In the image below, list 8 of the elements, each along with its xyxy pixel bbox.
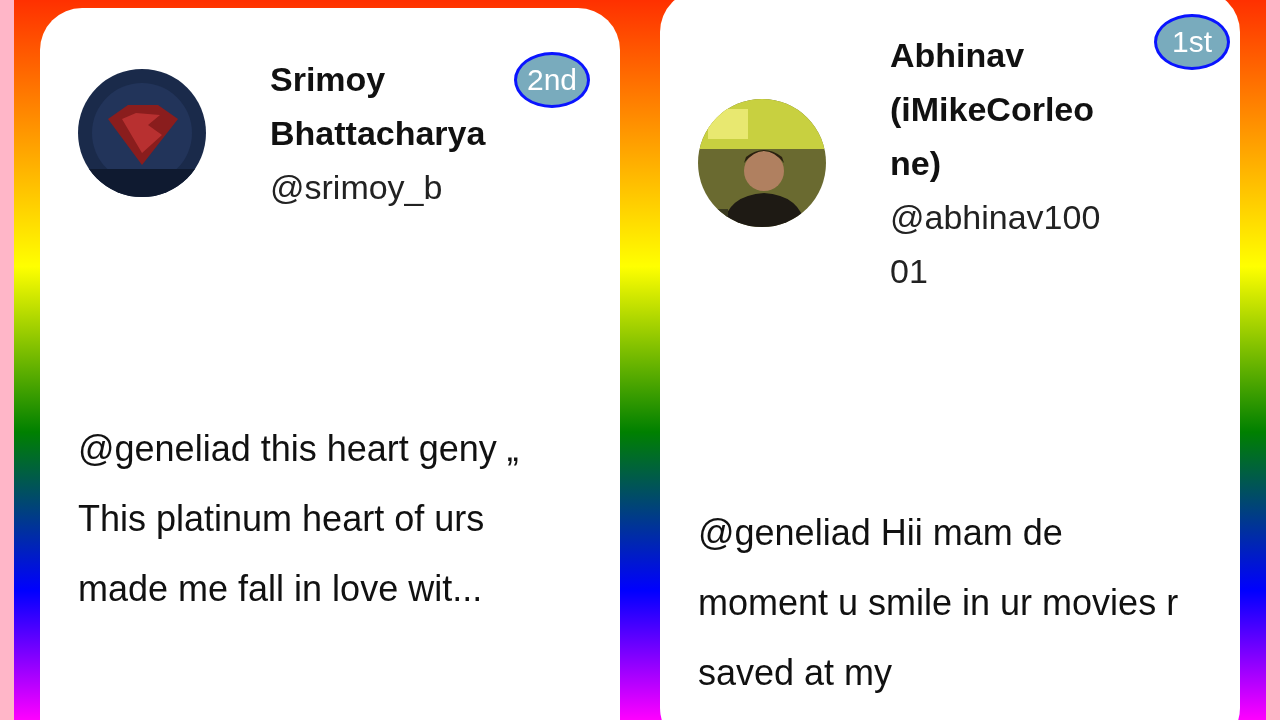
- user-handle: @srimoy_b: [270, 167, 444, 208]
- rank-badge: 2nd: [514, 52, 590, 108]
- tweet-text: @geneliad Hii mam de moment u smile in ur movies r saved at my: [698, 511, 1180, 695]
- user-handle: @abhinav10001: [890, 197, 1102, 292]
- tweet-text: @geneliad this heart geny „ This platinum heart of urs made me fall in love wit...: [78, 427, 520, 611]
- user-name: Srimoy Bhattacharya: [270, 59, 487, 154]
- user-name: Abhinav (iMikeCorleone): [890, 35, 1096, 184]
- rank-badge: 1st: [1154, 14, 1230, 70]
